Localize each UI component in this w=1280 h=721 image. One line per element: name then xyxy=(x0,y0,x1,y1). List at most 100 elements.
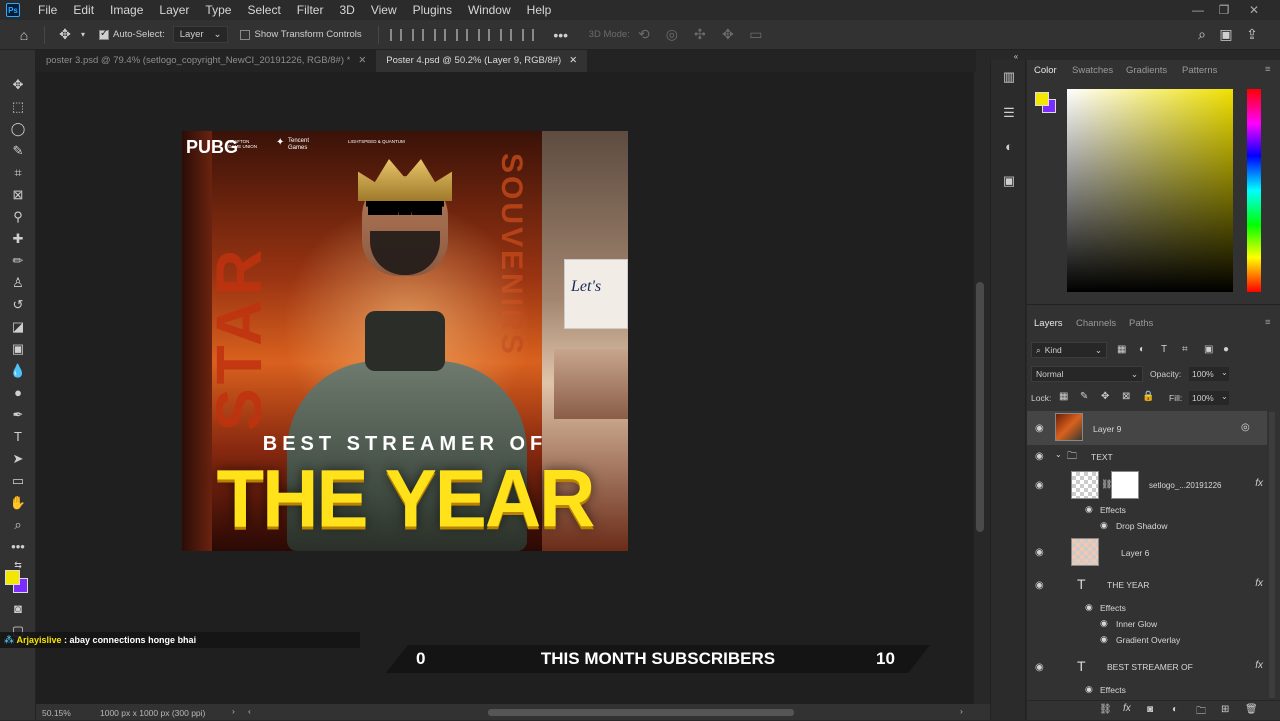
3d-pan-icon[interactable]: ✣ xyxy=(692,26,708,43)
move-tool-icon[interactable]: ✥ xyxy=(8,76,28,94)
layers-scrollbar[interactable] xyxy=(1269,412,1275,698)
visibility-eye-icon[interactable]: ◉ xyxy=(1085,684,1093,695)
blur-tool-icon[interactable]: 💧 xyxy=(8,362,28,380)
auto-select-target-dropdown[interactable]: Layer ⌄ xyxy=(172,26,229,43)
more-tools-icon[interactable]: ••• xyxy=(8,538,28,556)
zoom-tool-icon[interactable]: ⌕ xyxy=(8,516,28,534)
align-left-icon[interactable] xyxy=(389,28,402,41)
visibility-eye-icon[interactable]: ◉ xyxy=(1100,520,1108,531)
scroll-right-icon[interactable]: › xyxy=(960,706,963,716)
dodge-tool-icon[interactable]: ● xyxy=(8,384,28,402)
layer-effect-inner-glow[interactable]: ◉ Inner Glow xyxy=(1027,616,1267,632)
poster-artwork[interactable]: Let's STAR SOUVENIRS PUBG KRAFTON GAME U… xyxy=(182,131,628,551)
healing-brush-tool-icon[interactable]: ✚ xyxy=(8,230,28,248)
crop-tool-icon[interactable]: ⌗ xyxy=(8,164,28,182)
tab-layers[interactable]: Layers xyxy=(1034,318,1063,329)
layer-row-best-streamer[interactable]: ◉ T BEST STREAMER OF fx xyxy=(1027,652,1267,682)
workspace-icon[interactable]: ▣ xyxy=(1218,26,1234,43)
lock-transparent-icon[interactable]: ▦ xyxy=(1059,391,1068,402)
menu-select[interactable]: Select xyxy=(239,0,288,20)
layer-effects-row[interactable]: ◉ Effects xyxy=(1027,682,1267,698)
marquee-tool-icon[interactable]: ⬚ xyxy=(8,98,28,116)
brush-tool-icon[interactable]: ✏ xyxy=(8,252,28,270)
blend-mode-dropdown[interactable]: Normal ⌄ xyxy=(1031,366,1143,382)
layer-row-layer-9[interactable]: ◉ Layer 9 ◎ xyxy=(1027,411,1267,445)
home-icon[interactable]: ⌂ xyxy=(16,27,32,43)
visibility-eye-icon[interactable]: ◉ xyxy=(1085,504,1093,515)
layer-effect-gradient-overlay[interactable]: ◉ Gradient Overlay xyxy=(1027,632,1267,648)
lasso-tool-icon[interactable]: ◯ xyxy=(8,120,28,138)
tab-patterns[interactable]: Patterns xyxy=(1182,65,1217,76)
horizontal-scrollbar[interactable] xyxy=(488,709,794,716)
menu-help[interactable]: Help xyxy=(519,0,560,20)
layers-panel-menu-icon[interactable]: ≡ xyxy=(1265,317,1271,328)
trash-icon[interactable]: 🗑 xyxy=(1245,704,1258,715)
vertical-scrollbar[interactable] xyxy=(976,282,984,532)
stamp-tool-icon[interactable]: ♙ xyxy=(8,274,28,292)
collapse-panels-icon[interactable]: « xyxy=(1007,48,1025,66)
align-center-icon[interactable] xyxy=(411,28,424,41)
eyedropper-tool-icon[interactable]: ⚲ xyxy=(8,208,28,226)
move-tool-icon[interactable]: ✥ xyxy=(57,26,73,43)
share-icon[interactable]: ⇪ xyxy=(1244,26,1260,43)
close-icon[interactable]: ✕ xyxy=(1242,0,1266,20)
foreground-color-swatch[interactable] xyxy=(5,570,20,585)
filter-type-icon[interactable]: T xyxy=(1161,344,1167,355)
tab-poster-3[interactable]: poster 3.psd @ 79.4% (setlogo_copyright_… xyxy=(36,50,376,72)
gradient-tool-icon[interactable]: ▣ xyxy=(8,340,28,358)
history-brush-tool-icon[interactable]: ↺ xyxy=(8,296,28,314)
layer-effects-row[interactable]: ◉ Effects xyxy=(1027,502,1267,518)
new-group-icon[interactable]: 🗀 xyxy=(1196,704,1206,721)
chevron-down-icon[interactable]: ⌄ xyxy=(1221,368,1228,377)
visibility-eye-icon[interactable]: ◉ xyxy=(1035,451,1044,462)
quick-mask-icon[interactable]: ◙ xyxy=(8,600,28,618)
eraser-tool-icon[interactable]: ◪ xyxy=(8,318,28,336)
menu-edit[interactable]: Edit xyxy=(65,0,102,20)
align-middle-icon[interactable] xyxy=(477,28,490,41)
layer-row-layer-6[interactable]: ◉ Layer 6 xyxy=(1027,536,1267,568)
tab-paths[interactable]: Paths xyxy=(1129,318,1153,329)
lock-position-icon[interactable]: ✥ xyxy=(1101,391,1109,402)
3d-camera-icon[interactable]: ▭ xyxy=(748,26,764,43)
color-foreground-swatch[interactable] xyxy=(1035,92,1049,106)
type-tool-icon[interactable]: T xyxy=(8,428,28,446)
chevron-down-icon[interactable]: ⌄ xyxy=(1055,450,1062,459)
menu-view[interactable]: View xyxy=(363,0,405,20)
menu-window[interactable]: Window xyxy=(460,0,519,20)
adjustments-panel-icon[interactable]: ☰ xyxy=(1000,104,1018,122)
menu-3d[interactable]: 3D xyxy=(331,0,362,20)
visibility-eye-icon[interactable]: ◉ xyxy=(1035,423,1044,434)
add-mask-icon[interactable]: ◙ xyxy=(1147,704,1153,715)
add-style-fx-icon[interactable]: fx xyxy=(1123,703,1131,714)
distribute-icon[interactable] xyxy=(521,28,534,41)
layer-row-the-year[interactable]: ◉ T THE YEAR fx xyxy=(1027,570,1267,600)
tab-poster-4[interactable]: Poster 4.psd @ 50.2% (Layer 9, RGB/8#) ✕ xyxy=(376,50,588,72)
layer-row-text-group[interactable]: ◉ ⌄ 🗀 TEXT xyxy=(1027,447,1267,467)
align-right-icon[interactable] xyxy=(433,28,446,41)
visibility-eye-icon[interactable]: ◉ xyxy=(1100,618,1108,629)
visibility-eye-icon[interactable]: ◉ xyxy=(1035,480,1044,491)
lock-artboard-icon[interactable]: ⊠ xyxy=(1122,391,1130,402)
hue-slider[interactable] xyxy=(1247,89,1261,292)
color-field[interactable] xyxy=(1067,89,1233,292)
layer-effects-row[interactable]: ◉ Effects xyxy=(1027,600,1267,616)
chevron-down-icon[interactable]: ▾ xyxy=(79,30,87,39)
filter-pixel-icon[interactable]: ▦ xyxy=(1117,344,1126,355)
quick-select-tool-icon[interactable]: ✎ xyxy=(8,142,28,160)
visibility-eye-icon[interactable]: ◉ xyxy=(1085,602,1093,613)
menu-file[interactable]: File xyxy=(30,0,65,20)
3d-roll-icon[interactable]: ◎ xyxy=(664,26,680,43)
align-bottom-icon[interactable] xyxy=(499,28,512,41)
tab-gradients[interactable]: Gradients xyxy=(1126,65,1167,76)
auto-select-checkbox[interactable]: Auto-Select: xyxy=(99,28,165,40)
filter-smart-object-icon[interactable]: ▣ xyxy=(1204,344,1213,355)
menu-plugins[interactable]: Plugins xyxy=(405,0,460,20)
fx-icon[interactable]: fx xyxy=(1255,660,1263,671)
filter-adjustment-icon[interactable]: ◐ xyxy=(1139,344,1145,355)
chevron-right-icon[interactable]: › xyxy=(232,706,235,716)
3d-rotate-icon[interactable]: ⟲ xyxy=(636,26,652,43)
history-panel-icon[interactable]: ▥ xyxy=(1000,68,1018,86)
visibility-eye-icon[interactable]: ◉ xyxy=(1035,580,1044,591)
filter-kind-dropdown[interactable]: ⌕ Kind ⌄ xyxy=(1031,342,1107,358)
new-layer-icon[interactable]: ⊞ xyxy=(1221,704,1229,715)
